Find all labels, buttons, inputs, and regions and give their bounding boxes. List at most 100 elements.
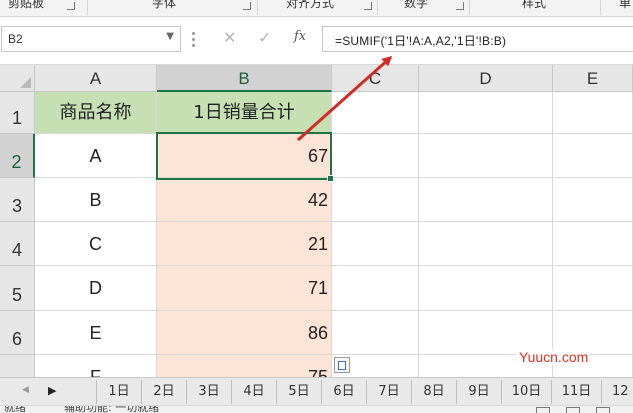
ribbon-group-label: 单 <box>619 0 632 10</box>
cell-a3[interactable]: B <box>35 178 157 222</box>
cell-b6[interactable]: 86 <box>157 311 332 355</box>
row-header-1[interactable]: 1 <box>0 92 35 134</box>
cell-a1[interactable]: 商品名称 <box>35 92 157 134</box>
name-box[interactable]: B2 ▼ <box>1 26 181 52</box>
page-layout-view-icon[interactable] <box>566 407 580 413</box>
cell-b2[interactable]: 67 <box>157 134 332 178</box>
tab-4[interactable]: 4日 <box>231 380 276 404</box>
drag-handle-icon[interactable] <box>192 31 196 47</box>
cell-b3[interactable]: 42 <box>157 178 332 222</box>
select-all-triangle-icon <box>20 77 31 88</box>
cell-e1[interactable] <box>553 92 633 134</box>
row-header-6[interactable]: 6 <box>0 311 35 355</box>
row-header-2[interactable]: 2 <box>0 134 35 178</box>
status-ready: 就绪 <box>4 405 26 413</box>
row-header-7[interactable] <box>0 355 35 377</box>
row-number: 2 <box>11 152 22 172</box>
name-box-value: B2 <box>8 32 23 46</box>
cell-c3[interactable] <box>332 178 419 222</box>
tab-12[interactable]: 12 <box>601 380 633 404</box>
ribbon-group-styles: 样式 <box>470 0 600 16</box>
cell-a2[interactable]: A <box>35 134 157 178</box>
sheet-tab-bar: ◀ ▶ 1日 2日 3日 4日 5日 6日 7日 8日 9日 10日 11日 1… <box>0 377 633 405</box>
column-header-e[interactable]: E <box>553 65 633 92</box>
scroll-tabs-right-icon[interactable]: ▶ <box>48 384 56 397</box>
status-accessibility[interactable]: 辅助功能: 一切就绪 <box>64 406 159 413</box>
paste-options-icon[interactable] <box>334 357 350 373</box>
enter-icon[interactable]: ✓ <box>258 28 271 48</box>
column-header-b[interactable]: B <box>157 65 332 92</box>
cell-d3[interactable] <box>419 178 553 222</box>
cell-d1[interactable] <box>419 92 553 134</box>
cell-c6[interactable] <box>332 311 419 355</box>
fill-handle[interactable] <box>327 175 334 182</box>
chevron-down-icon[interactable]: ▼ <box>166 31 174 42</box>
row-header-5[interactable]: 5 <box>0 266 35 311</box>
dialog-launcher-icon[interactable] <box>364 2 372 10</box>
ribbon-group-label: 剪贴板 <box>8 0 45 10</box>
cell-e5[interactable] <box>553 266 633 311</box>
tab-1[interactable]: 1日 <box>96 380 141 404</box>
formula-text: =SUMIF('1日'!A:A,A2,'1日'!B:B) <box>335 34 507 48</box>
ribbon-group-label: 字体 <box>152 0 177 10</box>
normal-view-icon[interactable] <box>536 407 550 413</box>
tab-6[interactable]: 6日 <box>321 380 366 404</box>
cell-c5[interactable] <box>332 266 419 311</box>
cell-e3[interactable] <box>553 178 633 222</box>
ribbon-group-label: 对齐方式 <box>286 0 335 10</box>
dialog-launcher-icon[interactable] <box>243 2 251 10</box>
ribbon-group-label: 数字 <box>404 0 429 10</box>
cell-e2[interactable] <box>553 134 633 178</box>
cell-b7[interactable]: 75 <box>157 355 332 377</box>
tab-3[interactable]: 3日 <box>186 380 231 404</box>
cell-c2[interactable] <box>332 134 419 178</box>
ribbon-group-font: 字体 <box>88 0 258 16</box>
tab-11[interactable]: 11日 <box>551 380 601 404</box>
cell-b4[interactable]: 21 <box>157 222 332 266</box>
insert-function-icon[interactable]: fx <box>294 29 306 44</box>
worksheet-grid: A B C D E 1 2 3 4 5 6 商品名称 1日销量合计 A 67 B… <box>0 65 633 377</box>
ribbon-group-clipboard: 剪贴板 <box>0 0 80 16</box>
dialog-launcher-icon[interactable] <box>456 2 464 10</box>
row-header-4[interactable]: 4 <box>0 222 35 266</box>
row-number: 4 <box>11 240 22 260</box>
cell-c1[interactable] <box>332 92 419 134</box>
dialog-launcher-icon[interactable] <box>67 2 75 10</box>
tab-8[interactable]: 8日 <box>411 380 456 404</box>
cell-a6[interactable]: E <box>35 311 157 355</box>
cell-d2[interactable] <box>419 134 553 178</box>
row-number: 6 <box>11 329 22 349</box>
cell-a7[interactable]: F <box>35 355 157 377</box>
watermark-text: Yuucn.com <box>517 349 591 365</box>
ribbon-group-number: 数字 <box>378 0 470 16</box>
cell-e4[interactable] <box>553 222 633 266</box>
formula-input[interactable]: =SUMIF('1日'!A:A,A2,'1日'!B:B) <box>322 26 633 52</box>
row-number: 1 <box>11 108 22 128</box>
cell-b1[interactable]: 1日销量合计 <box>157 92 332 134</box>
scroll-tabs-left-icon[interactable]: ◀ <box>22 385 29 395</box>
cell-a4[interactable]: C <box>35 222 157 266</box>
cell-b5[interactable]: 71 <box>157 266 332 311</box>
page-break-view-icon[interactable] <box>596 407 610 413</box>
cell-c4[interactable] <box>332 222 419 266</box>
row-header-3[interactable]: 3 <box>0 178 35 222</box>
select-all-button[interactable] <box>0 65 35 92</box>
cancel-icon[interactable]: ✕ <box>223 28 236 48</box>
tab-2[interactable]: 2日 <box>141 380 186 404</box>
tab-9[interactable]: 9日 <box>456 380 501 404</box>
ribbon-group-alignment: 对齐方式 <box>258 0 378 16</box>
ribbon-group-label: 样式 <box>522 0 547 10</box>
column-header-d[interactable]: D <box>419 65 553 92</box>
cell-a5[interactable]: D <box>35 266 157 311</box>
formula-bar: B2 ▼ ✕ ✓ fx =SUMIF('1日'!A:A,A2,'1日'!B:B) <box>0 17 633 65</box>
row-number: 5 <box>11 285 22 305</box>
tab-7[interactable]: 7日 <box>366 380 411 404</box>
row-number: 3 <box>11 196 22 216</box>
ribbon-group-cells: 单 <box>601 0 633 16</box>
tab-10[interactable]: 10日 <box>501 380 551 404</box>
tab-5[interactable]: 5日 <box>276 380 321 404</box>
column-header-a[interactable]: A <box>35 65 157 92</box>
cell-d5[interactable] <box>419 266 553 311</box>
column-header-c[interactable]: C <box>332 65 419 92</box>
cell-d4[interactable] <box>419 222 553 266</box>
